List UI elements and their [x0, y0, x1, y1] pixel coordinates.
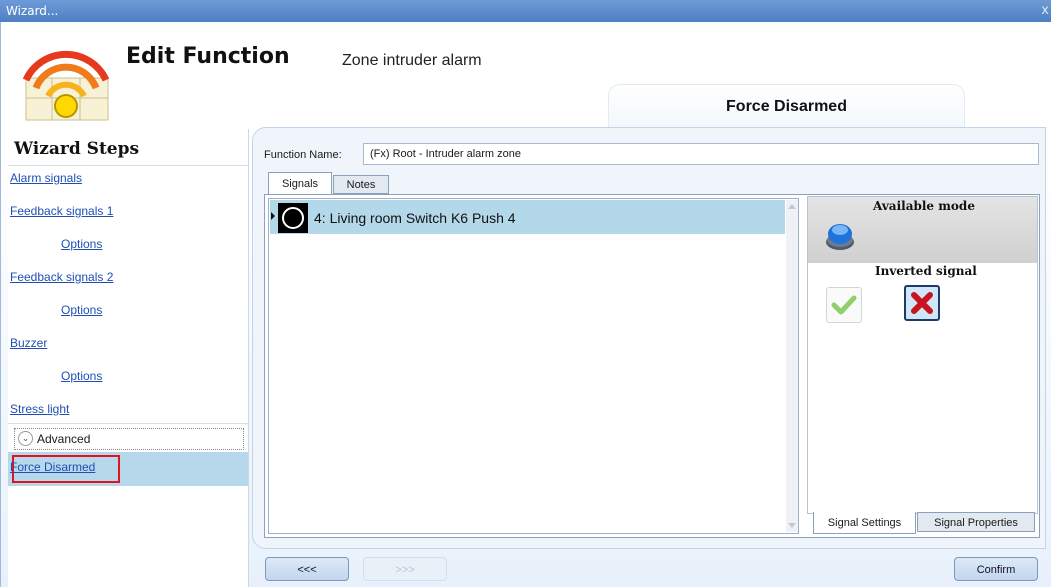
advanced-expander[interactable]: ⌄ Advanced: [14, 428, 244, 450]
inverted-yes-button[interactable]: [826, 287, 862, 323]
previous-button[interactable]: <<<: [265, 557, 349, 581]
close-icon[interactable]: x: [1041, 0, 1049, 22]
wizard-steps-panel: Wizard Steps Alarm signals Feedback sign…: [8, 129, 249, 587]
step-stress-light[interactable]: Stress light: [10, 402, 69, 416]
current-step-tab: Force Disarmed: [608, 84, 965, 127]
confirm-button[interactable]: Confirm: [954, 557, 1038, 581]
tab-signal-properties[interactable]: Signal Properties: [917, 512, 1035, 532]
list-scrollbar[interactable]: [786, 200, 798, 532]
cross-icon: [911, 292, 933, 314]
page-title: Edit Function: [126, 44, 290, 69]
tab-signal-settings[interactable]: Signal Settings: [813, 512, 916, 534]
check-icon: [831, 295, 857, 315]
step-feedback-signals-2[interactable]: Feedback signals 2: [10, 270, 113, 284]
advanced-label: Advanced: [37, 432, 91, 446]
page-subtitle: Zone intruder alarm: [342, 52, 482, 69]
row-pointer-icon: [271, 212, 275, 220]
blue-push-button-icon[interactable]: [824, 220, 856, 252]
step-buzzer[interactable]: Buzzer: [10, 336, 47, 350]
step-options-1[interactable]: Options: [61, 237, 102, 251]
signal-label: 4: Living room Switch K6 Push 4: [314, 210, 516, 226]
function-name-input[interactable]: (Fx) Root - Intruder alarm zone: [363, 143, 1039, 165]
step-options-3[interactable]: Options: [61, 369, 102, 383]
step-force-disarmed[interactable]: Force Disarmed: [10, 460, 95, 474]
next-button[interactable]: >>>: [363, 557, 447, 581]
alarm-wifi-icon: [22, 50, 110, 121]
window-titlebar: Wizard... x: [0, 0, 1051, 22]
tab-notes[interactable]: Notes: [333, 175, 389, 194]
inverted-signal-title: Inverted signal: [875, 264, 977, 278]
inverted-no-button[interactable]: [904, 285, 940, 321]
function-name-label: Function Name:: [264, 149, 342, 161]
tab-signals[interactable]: Signals: [268, 172, 332, 194]
wizard-steps-title: Wizard Steps: [14, 139, 140, 159]
step-options-2[interactable]: Options: [61, 303, 102, 317]
divider: [8, 423, 248, 424]
step-feedback-signals-1[interactable]: Feedback signals 1: [10, 204, 113, 218]
scroll-up-icon[interactable]: [788, 204, 796, 209]
available-mode-title: Available mode: [873, 199, 975, 213]
divider: [8, 165, 248, 166]
window-title: Wizard...: [6, 4, 59, 18]
signal-list: [268, 198, 799, 534]
push-button-icon: [278, 203, 308, 233]
scroll-down-icon[interactable]: [788, 523, 796, 528]
chevron-down-icon: ⌄: [18, 431, 33, 446]
step-alarm-signals[interactable]: Alarm signals: [10, 171, 82, 185]
